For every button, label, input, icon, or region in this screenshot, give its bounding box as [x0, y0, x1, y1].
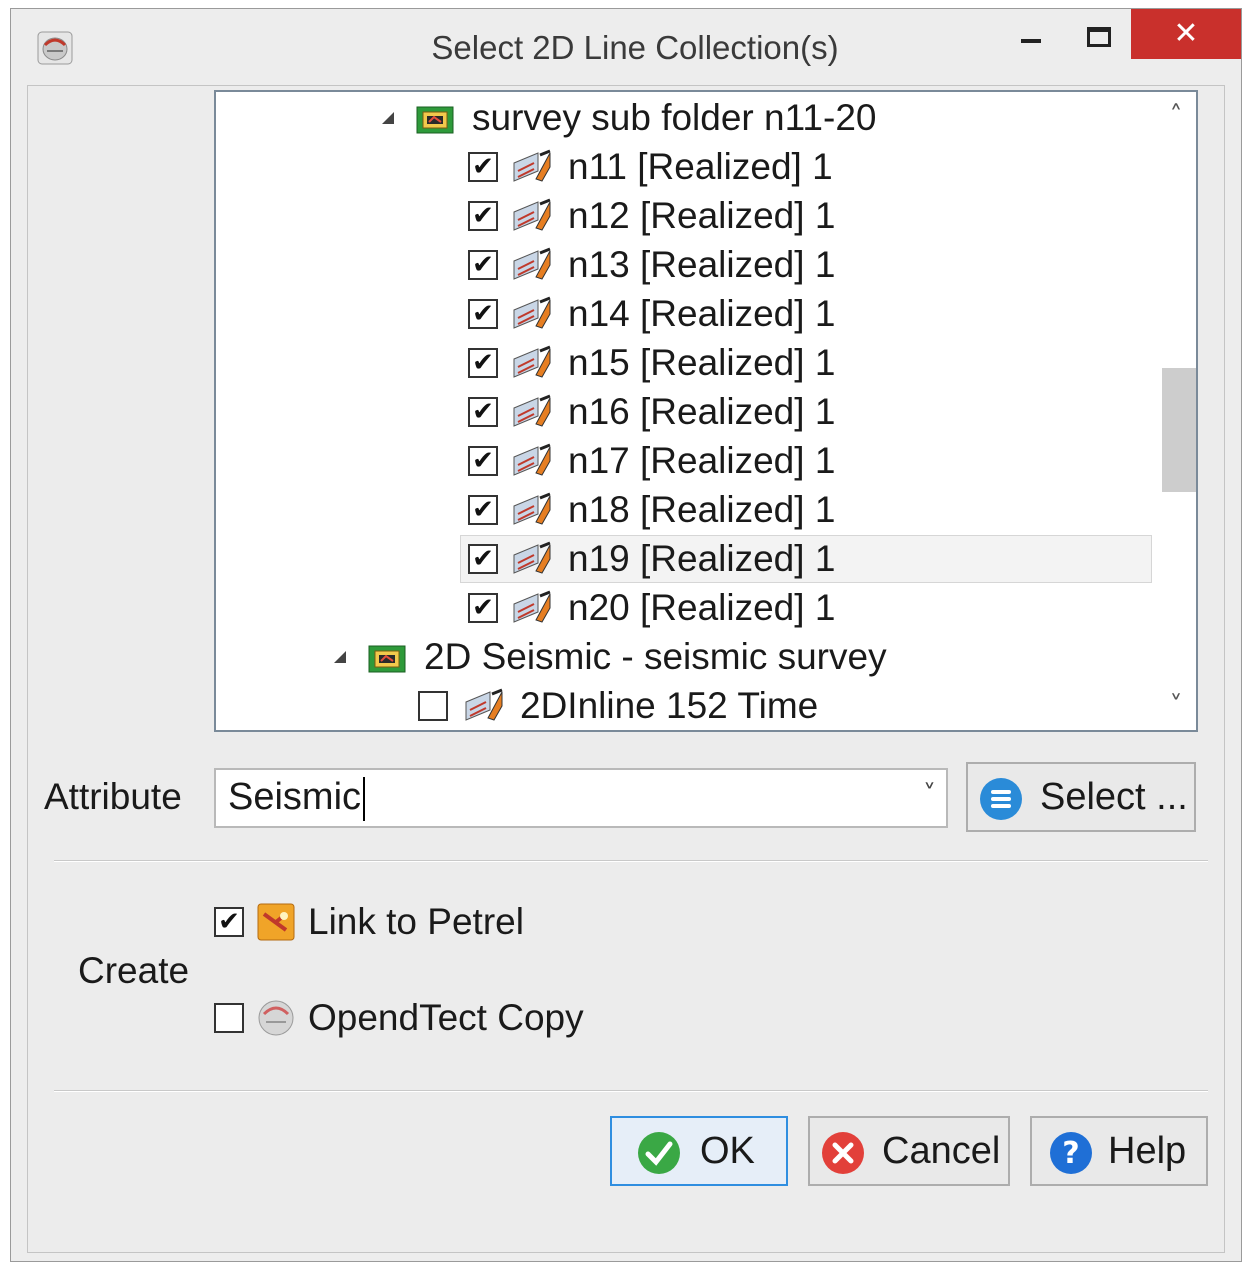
tree-row-label: n19 [Realized] 1	[568, 538, 836, 579]
select-attribute-button[interactable]: Select ...	[966, 762, 1196, 832]
tree-folder-row[interactable]: 2D Seismic - seismic survey	[216, 633, 1156, 681]
line-checkbox[interactable]: ✔	[468, 250, 498, 280]
seismic-line-icon	[513, 492, 551, 525]
scroll-down-arrow-icon[interactable]: ˅	[1156, 686, 1196, 726]
tree-row-label: n13 [Realized] 1	[568, 244, 836, 285]
opendtect-copy-checkbox[interactable]	[214, 1003, 244, 1033]
ok-button[interactable]: OK	[610, 1116, 788, 1186]
tree-item-row[interactable]: ✔ n12 [Realized] 1	[216, 192, 1156, 240]
seismic-line-icon	[513, 541, 551, 574]
tree-row-label: survey sub folder n11-20	[472, 97, 877, 138]
line-checkbox[interactable]: ✔	[468, 397, 498, 427]
tree-row-label: n11 [Realized] 1	[568, 146, 833, 187]
tree-item-row[interactable]: ✔ n11 [Realized] 1	[216, 143, 1156, 191]
seismic-line-icon	[513, 296, 551, 329]
tree-item-row[interactable]: ✔ n16 [Realized] 1	[216, 388, 1156, 436]
tree-item-row[interactable]: ✔ n19 [Realized] 1	[216, 535, 1156, 583]
survey-folder-icon	[416, 106, 454, 134]
line-checkbox[interactable]: ✔	[468, 348, 498, 378]
line-checkbox[interactable]: ✔	[468, 544, 498, 574]
seismic-line-icon	[513, 247, 551, 280]
help-icon: ?	[1050, 1132, 1092, 1174]
separator-top	[54, 860, 1208, 862]
cancel-icon	[822, 1132, 864, 1174]
text-caret	[363, 776, 366, 821]
line-checkbox[interactable]: ✔	[468, 152, 498, 182]
seismic-line-icon	[513, 443, 551, 476]
minimize-button[interactable]	[1021, 39, 1041, 43]
help-label: Help	[1108, 1130, 1187, 1172]
tree-row-label: n17 [Realized] 1	[568, 440, 836, 481]
tree-scrollbar[interactable]: ˄ ˅	[1156, 92, 1196, 730]
seismic-line-icon	[465, 688, 503, 721]
title-bar[interactable]: Select 2D Line Collection(s) ✕	[11, 9, 1241, 85]
close-button[interactable]: ✕	[1131, 9, 1241, 59]
list-icon	[980, 778, 1022, 820]
tree-item-row[interactable]: ✔ n14 [Realized] 1	[216, 290, 1156, 338]
seismic-line-icon	[513, 198, 551, 231]
line-checkbox[interactable]	[418, 691, 448, 721]
select-button-label: Select ...	[1040, 776, 1188, 818]
scroll-thumb[interactable]	[1162, 368, 1196, 492]
tree-row-label: 2DInline 152 Time	[520, 685, 819, 726]
attribute-combobox[interactable]: Seismic ˅	[214, 768, 948, 828]
expand-triangle-icon[interactable]	[334, 651, 346, 663]
chevron-down-icon[interactable]: ˅	[923, 780, 936, 810]
seismic-line-icon	[513, 394, 551, 427]
attribute-label: Attribute	[44, 776, 182, 817]
seismic-line-icon	[513, 345, 551, 378]
tree-row-label: n14 [Realized] 1	[568, 293, 836, 334]
link-to-petrel-label: Link to Petrel	[308, 901, 524, 942]
tree-row-label: n12 [Realized] 1	[568, 195, 836, 236]
tree-item-row[interactable]: ✔ n17 [Realized] 1	[216, 437, 1156, 485]
opendtect-copy-label: OpendTect Copy	[308, 997, 584, 1038]
ok-label: OK	[700, 1130, 755, 1172]
help-button[interactable]: ? Help	[1030, 1116, 1208, 1186]
tree-row-label: n15 [Realized] 1	[568, 342, 836, 383]
cancel-label: Cancel	[882, 1130, 1001, 1172]
link-to-petrel-checkbox[interactable]: ✔	[214, 907, 244, 937]
line-checkbox[interactable]: ✔	[468, 593, 498, 623]
opendtect-icon	[258, 1000, 294, 1036]
line-checkbox[interactable]: ✔	[468, 495, 498, 525]
tree-row-label: n20 [Realized] 1	[568, 587, 836, 628]
scroll-up-arrow-icon[interactable]: ˄	[1156, 96, 1196, 136]
checkmark-icon	[638, 1132, 680, 1174]
line-checkbox[interactable]: ✔	[468, 299, 498, 329]
line-checkbox[interactable]: ✔	[468, 446, 498, 476]
tree-item-row[interactable]: ✔ n13 [Realized] 1	[216, 241, 1156, 289]
svg-text:?: ?	[1062, 1136, 1079, 1171]
tree-row-label: 2D Seismic - seismic survey	[424, 636, 887, 677]
attribute-value: Seismic	[228, 776, 362, 818]
tree-row-label: n16 [Realized] 1	[568, 391, 836, 432]
tree-row-label: n18 [Realized] 1	[568, 489, 836, 530]
cancel-button[interactable]: Cancel	[808, 1116, 1010, 1186]
seismic-line-icon	[513, 149, 551, 182]
survey-folder-icon	[368, 645, 406, 673]
tree-item-row[interactable]: 2DInline 152 Time	[216, 682, 1156, 730]
expand-triangle-icon[interactable]	[382, 112, 394, 124]
window-title: Select 2D Line Collection(s)	[431, 29, 839, 66]
petrel-link-icon	[257, 903, 295, 941]
create-label: Create	[78, 950, 190, 991]
seismic-line-icon	[513, 590, 551, 623]
maximize-button[interactable]	[1087, 27, 1111, 47]
tree-item-row[interactable]: ✔ n15 [Realized] 1	[216, 339, 1156, 387]
tree-item-row[interactable]: ✔ n20 [Realized] 1	[216, 584, 1156, 632]
separator-bottom	[54, 1090, 1208, 1092]
line-collection-tree[interactable]: survey sub folder n11-20 ✔ n11 [Realized] …	[214, 90, 1198, 732]
tree-item-row[interactable]: ✔ n18 [Realized] 1	[216, 486, 1156, 534]
attribute-value-wrap: Seismic	[228, 776, 366, 821]
line-checkbox[interactable]: ✔	[468, 201, 498, 231]
tree-folder-row[interactable]: survey sub folder n11-20	[216, 94, 1156, 142]
